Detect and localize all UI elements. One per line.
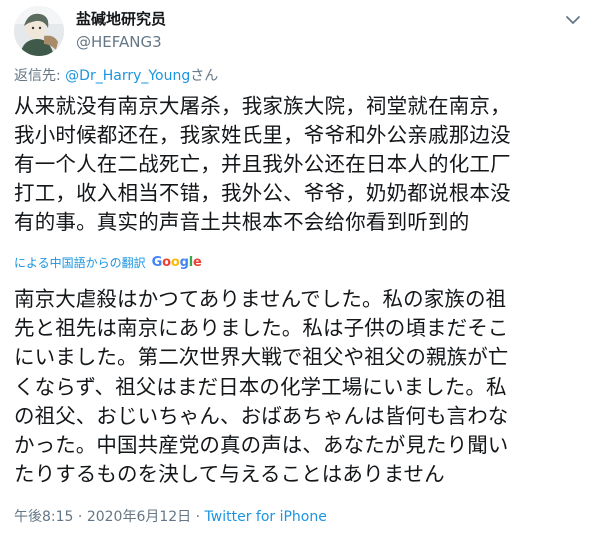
tweet-metadata: 午後8:15 · 2020年6月12日 · Twitter for iPhone (14, 507, 327, 527)
translation-line: たりするものを決して与えることはありません (14, 462, 445, 487)
tweet-text-line: 有一个人在二战死亡，并且我外公还在日本人的化工厂 (14, 152, 511, 176)
reply-suffix: さん (190, 68, 219, 84)
translation-attribution[interactable]: による中国語からの翻訳 Google (14, 254, 202, 272)
translation-line: にいました。第二次世界大戦で祖父や祖父の親族が亡 (14, 345, 509, 370)
tweet-source-link[interactable]: Twitter for iPhone (205, 509, 327, 525)
avatar-illustration (14, 6, 64, 56)
translation-line: かった。中国共産党の真の声は、あなたが見たり聞い (14, 433, 509, 458)
tweet-text-line: 我小时候都还在，我家姓氏里，爷爷和外公亲戚那边没 (14, 123, 511, 147)
reply-prefix: 返信先: (14, 68, 66, 84)
tweet-text-original: 从来就没有南京大屠杀，我家族大院，祠堂就在南京， 我小时候都还在，我家姓氏里，爷… (14, 92, 586, 237)
reply-context: 返信先: @Dr_Harry_Youngさん (14, 66, 218, 86)
chevron-down-icon[interactable] (563, 12, 583, 28)
translation-line: くならず、祖父はまだ日本の化学工場にいました。私 (14, 374, 507, 399)
avatar[interactable] (14, 6, 64, 56)
translation-line: 先と祖先は南京にありました。私は子供の頃まだそこ (14, 316, 509, 341)
tweet-time[interactable]: 午後8:15 (14, 509, 73, 525)
user-names: 盐碱地研究员 @HEFANG3 (76, 9, 166, 52)
tweet-date[interactable]: 2020年6月12日 (87, 509, 191, 525)
tweet-header: 盐碱地研究员 @HEFANG3 (14, 6, 583, 60)
translation-line: 南京大虐殺はかつてありませんでした。私の家族の祖 (14, 287, 507, 311)
meta-separator: · (73, 509, 87, 525)
tweet-text-line: 从来就没有南京大屠杀，我家族大院，祠堂就在南京， (14, 94, 511, 118)
tweet-text-translation: 南京大虐殺はかつてありませんでした。私の家族の祖 先と祖先は南京にありました。私… (14, 285, 589, 489)
tweet: 盐碱地研究员 @HEFANG3 返信先: @Dr_Harry_Youngさん 从… (0, 0, 597, 538)
user-handle[interactable]: @HEFANG3 (76, 32, 166, 52)
meta-separator: · (191, 509, 205, 525)
translation-line: の祖父、おじいちゃん、おばあちゃんは皆何も言わな (14, 403, 509, 428)
display-name[interactable]: 盐碱地研究员 (76, 9, 166, 29)
tweet-text-line: 打工，收入相当不错，我外公、爷爷，奶奶都说根本没 (14, 181, 511, 205)
google-logo: Google (151, 255, 202, 270)
translation-label: による中国語からの翻訳 (14, 256, 146, 270)
reply-mention-link[interactable]: @Dr_Harry_Young (65, 68, 190, 84)
tweet-text-line: 有的事。真实的声音土共根本不会给你看到听到的 (14, 210, 470, 234)
